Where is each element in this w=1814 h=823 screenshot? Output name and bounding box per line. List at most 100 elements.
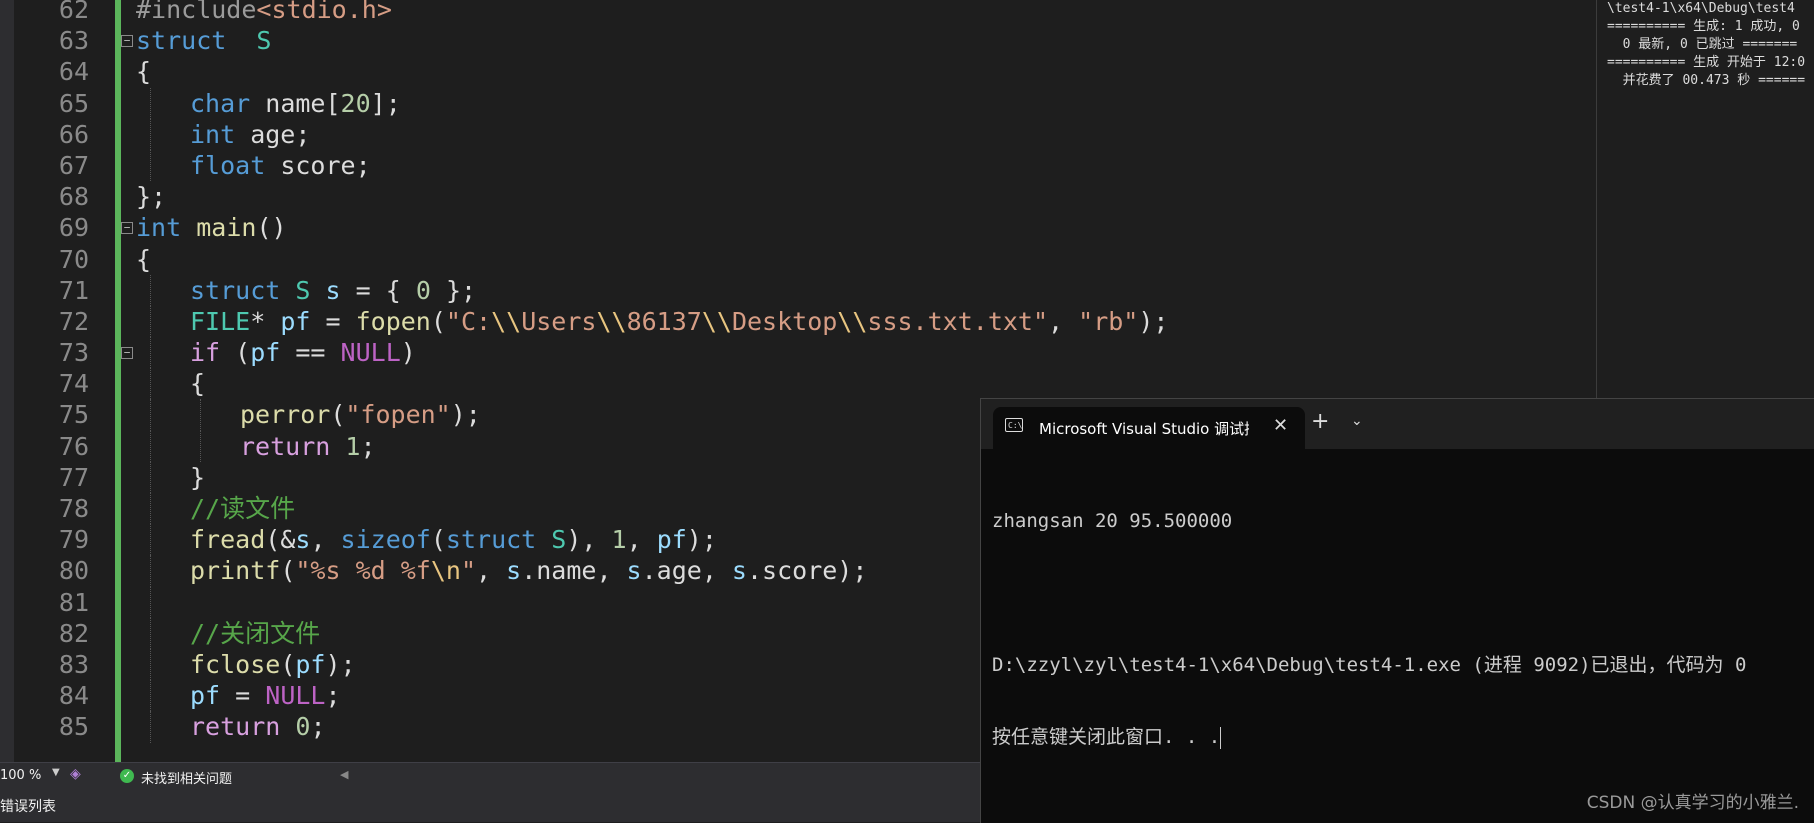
indent-guide xyxy=(150,337,151,369)
code-token: ) xyxy=(400,338,416,368)
code-token: if xyxy=(190,338,221,368)
code-token: "C: xyxy=(445,306,492,336)
indent-guide xyxy=(150,711,151,743)
editor-status-bar: 100 % ▼ ◈ ✓ 未找到相关问题 ◀ xyxy=(0,762,980,789)
code-token: }; xyxy=(136,182,167,212)
console-tab[interactable]: C:\ Microsoft Visual Studio 调试控制台 ✕ xyxy=(993,407,1305,449)
output-pane[interactable]: \test4-1\x64\Debug\test4 ========== 生成: … xyxy=(1596,0,1814,398)
code-token: sizeof xyxy=(340,525,431,555)
code-token: //关闭文件 xyxy=(190,618,321,648)
code-token: == xyxy=(280,338,341,368)
chevron-down-icon[interactable]: ▼ xyxy=(52,767,60,778)
scroll-left-arrow-icon[interactable]: ◀ xyxy=(340,768,348,781)
console-line: 按任意键关闭此窗口. . . xyxy=(992,725,1812,749)
code-text: } xyxy=(190,462,205,493)
code-token: ( xyxy=(280,649,296,679)
indent-guide xyxy=(150,368,151,400)
code-token: "%s %d %f xyxy=(295,556,431,586)
debug-console-window[interactable]: C:\ Microsoft Visual Studio 调试控制台 ✕ + ⌄ … xyxy=(980,398,1814,823)
code-token: main xyxy=(196,213,257,243)
code-token: 1 xyxy=(611,525,627,555)
line-number: 65 xyxy=(58,88,89,118)
line-number: 74 xyxy=(58,369,89,399)
zoom-level[interactable]: 100 % xyxy=(0,768,41,783)
bottom-tool-tabs: 错误列表 xyxy=(0,788,980,822)
code-token: = { xyxy=(340,275,416,305)
code-token: = xyxy=(310,306,356,336)
output-line: \test4-1\x64\Debug\test4 xyxy=(1607,1,1795,16)
code-token: int xyxy=(190,119,236,149)
code-text: FILE* pf = fopen("C:\\Users\\86137\\Desk… xyxy=(190,306,1168,337)
line-number: 71 xyxy=(58,275,89,305)
code-line[interactable]: 65 char name[20]; xyxy=(0,87,1596,119)
code-line[interactable]: 68}; xyxy=(0,181,1596,212)
code-line[interactable]: 62 #include<stdio.h> xyxy=(0,0,1596,25)
code-token: return xyxy=(240,431,331,461)
code-token: fread xyxy=(190,525,266,555)
intellicode-icon[interactable]: ◈ xyxy=(70,766,81,782)
console-line: D:\zzyl\zyl\test4-1\x64\Debug\test4-1.ex… xyxy=(992,654,1747,676)
code-text: printf("%s %d %f\n", s.name, s.age, s.sc… xyxy=(190,555,867,586)
code-token: \\ xyxy=(596,306,627,336)
code-token: FILE xyxy=(190,306,251,336)
code-line[interactable]: 66 int age; xyxy=(0,118,1596,150)
code-token: float xyxy=(190,150,266,180)
line-number: 76 xyxy=(58,431,89,461)
line-number: 80 xyxy=(58,556,89,586)
code-line[interactable]: 64 { xyxy=(0,56,1596,87)
chevron-down-icon[interactable]: ⌄ xyxy=(1351,413,1363,429)
issues-status[interactable]: 未找到相关问题 xyxy=(141,768,232,787)
console-tab-title: Microsoft Visual Studio 调试控制台 xyxy=(1039,420,1249,438)
indent-guide xyxy=(150,87,151,119)
code-token: \n xyxy=(430,556,461,586)
code-token: 0 xyxy=(415,275,431,305)
code-token: char xyxy=(190,88,251,118)
indent-guide xyxy=(150,274,151,306)
console-line-text: 按任意键关闭此窗口. . . xyxy=(992,726,1221,748)
line-number: 64 xyxy=(58,57,89,87)
code-text: //关闭文件 xyxy=(190,618,320,649)
line-number: 79 xyxy=(58,525,89,555)
code-token: " xyxy=(460,556,477,586)
plus-icon[interactable]: + xyxy=(1311,411,1329,433)
code-line[interactable]: 73 − if (pf == NULL) xyxy=(0,337,1596,369)
line-number: 72 xyxy=(58,306,89,336)
code-token: ; xyxy=(310,712,326,742)
line-number: 73 xyxy=(58,338,89,368)
indent-guide xyxy=(150,493,151,525)
fold-toggle-icon[interactable]: − xyxy=(121,347,133,360)
code-token: 86137 xyxy=(626,306,702,336)
code-text: #include<stdio.h> xyxy=(136,0,392,25)
fold-toggle-icon[interactable]: − xyxy=(121,35,133,48)
code-token: score; xyxy=(265,150,371,180)
line-number: 85 xyxy=(58,712,89,742)
console-output[interactable]: zhangsan 20 95.500000 ​ D:\zzyl\zyl\test… xyxy=(992,461,1812,797)
code-line[interactable]: 63 − struct S xyxy=(0,25,1596,56)
code-line[interactable]: 74 { xyxy=(0,368,1596,400)
code-line[interactable]: 69 − int main() xyxy=(0,212,1596,243)
indent-guide xyxy=(150,680,151,712)
code-line[interactable]: 72 FILE* pf = fopen("C:\\Users\\86137\\De… xyxy=(0,305,1596,338)
fold-toggle-icon[interactable]: − xyxy=(121,222,133,235)
code-text: int main() xyxy=(136,212,287,243)
code-token: name[ xyxy=(250,88,341,118)
tab-error-list[interactable]: 错误列表 xyxy=(0,796,56,816)
code-text: //读文件 xyxy=(190,493,295,524)
line-number: 70 xyxy=(58,244,89,274)
line-number: 78 xyxy=(58,494,89,523)
code-line[interactable]: 70 { xyxy=(0,244,1596,275)
code-line[interactable]: 71 struct S s = { 0 }; xyxy=(0,274,1596,306)
code-text: perror("fopen"); xyxy=(240,399,481,430)
watermark: CSDN @认真学习的小雅兰. xyxy=(1586,793,1799,813)
code-line[interactable]: 67 float score; xyxy=(0,149,1596,182)
code-token: #include xyxy=(136,0,257,24)
code-token: * xyxy=(250,306,281,336)
indent-guide xyxy=(150,149,151,182)
console-titlebar[interactable]: C:\ Microsoft Visual Studio 调试控制台 ✕ + ⌄ xyxy=(981,399,1814,449)
close-icon[interactable]: ✕ xyxy=(1273,415,1288,436)
code-text: return 1; xyxy=(240,431,376,462)
code-token: fclose xyxy=(190,649,281,679)
